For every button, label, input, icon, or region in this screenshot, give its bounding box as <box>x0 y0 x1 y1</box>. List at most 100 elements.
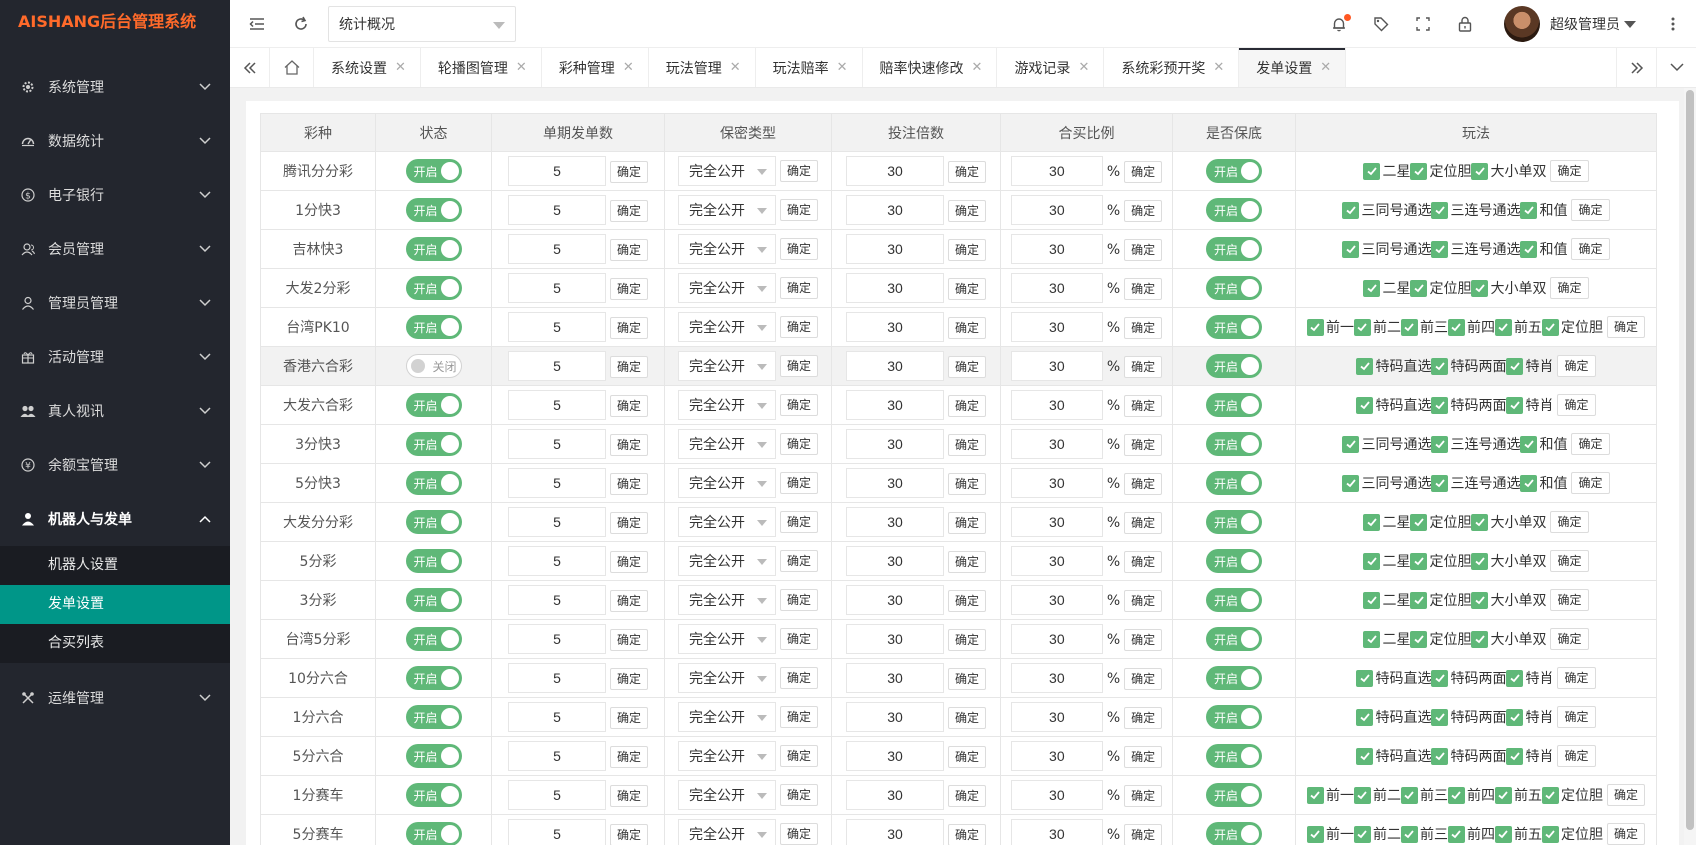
confirm-button[interactable]: 确定 <box>947 824 986 845</box>
play-checkbox[interactable] <box>1506 669 1524 687</box>
play-checkbox[interactable] <box>1342 474 1360 492</box>
ratio-input[interactable] <box>1010 351 1103 381</box>
confirm-button[interactable]: 确定 <box>609 785 648 807</box>
ratio-input[interactable] <box>1010 195 1103 225</box>
play-checkbox[interactable] <box>1410 513 1428 531</box>
status-switch[interactable]: 开启 <box>405 159 462 183</box>
confirm-button[interactable]: 确定 <box>947 395 986 417</box>
play-checkbox[interactable] <box>1342 201 1360 219</box>
secrecy-select[interactable]: 完全公开 <box>677 507 776 537</box>
play-checkbox[interactable] <box>1400 786 1418 804</box>
play-checkbox[interactable] <box>1306 318 1324 336</box>
status-switch[interactable]: 开启 <box>405 393 462 417</box>
confirm-button[interactable]: 确定 <box>947 551 986 573</box>
tab-order-settings[interactable]: 发单设置 ✕ <box>1239 48 1347 87</box>
guarantee-switch[interactable]: 开启 <box>1206 354 1262 378</box>
count-input[interactable] <box>507 312 606 342</box>
confirm-button[interactable]: 确定 <box>947 200 986 222</box>
play-checkbox[interactable] <box>1410 630 1428 648</box>
play-checkbox[interactable] <box>1363 513 1381 531</box>
confirm-button[interactable]: 确定 <box>609 434 648 456</box>
confirm-button[interactable]: 确定 <box>609 590 648 612</box>
status-switch[interactable]: 开启 <box>405 822 462 845</box>
confirm-button[interactable]: 确定 <box>947 746 986 768</box>
multiple-input[interactable] <box>845 780 944 810</box>
status-switch[interactable]: 开启 <box>405 627 462 651</box>
play-checkbox[interactable] <box>1431 669 1449 687</box>
ratio-input[interactable] <box>1010 819 1103 845</box>
tab-game-records[interactable]: 游戏记录 ✕ <box>997 48 1105 87</box>
status-switch[interactable]: 开启 <box>405 315 462 339</box>
tab-odds-quick-edit[interactable]: 赔率快速修改 ✕ <box>863 48 998 87</box>
status-switch[interactable]: 关闭 <box>405 354 462 378</box>
multiple-input[interactable] <box>845 468 944 498</box>
sidebar-item-live-video[interactable]: 真人视讯 <box>0 384 230 438</box>
confirm-button[interactable]: 确定 <box>1124 629 1163 651</box>
play-checkbox[interactable] <box>1431 435 1449 453</box>
multiple-input[interactable] <box>845 234 944 264</box>
multiple-input[interactable] <box>845 546 944 576</box>
tab-lottery-types[interactable]: 彩种管理 ✕ <box>542 48 649 87</box>
page-scrollbar[interactable] <box>1684 88 1696 845</box>
sidebar-subitem-order-settings[interactable]: 发单设置 <box>0 585 230 624</box>
confirm-button[interactable]: 确定 <box>1124 824 1163 845</box>
confirm-button[interactable]: 确定 <box>1550 550 1589 572</box>
secrecy-select[interactable]: 完全公开 <box>677 156 776 186</box>
ratio-input[interactable] <box>1010 312 1103 342</box>
sidebar-item-system[interactable]: 系统管理 <box>0 60 230 114</box>
play-checkbox[interactable] <box>1363 630 1381 648</box>
close-icon[interactable]: ✕ <box>1078 60 1089 75</box>
close-icon[interactable]: ✕ <box>1213 60 1224 75</box>
ratio-input[interactable] <box>1010 546 1103 576</box>
play-checkbox[interactable] <box>1353 825 1371 843</box>
status-switch[interactable]: 开启 <box>405 471 462 495</box>
play-checkbox[interactable] <box>1506 396 1524 414</box>
secrecy-select[interactable]: 完全公开 <box>677 390 776 420</box>
play-checkbox[interactable] <box>1471 279 1489 297</box>
tabs-scroll-left-icon[interactable] <box>230 48 270 87</box>
close-icon[interactable]: ✕ <box>1320 60 1331 75</box>
count-input[interactable] <box>507 741 606 771</box>
ratio-input[interactable] <box>1010 624 1103 654</box>
ratio-input[interactable] <box>1010 585 1103 615</box>
secrecy-select[interactable]: 完全公开 <box>677 429 776 459</box>
play-checkbox[interactable] <box>1363 552 1381 570</box>
confirm-button[interactable]: 确定 <box>609 239 648 261</box>
confirm-button[interactable]: 确定 <box>1124 473 1163 495</box>
confirm-button[interactable]: 确定 <box>1606 316 1645 338</box>
close-icon[interactable]: ✕ <box>623 60 634 75</box>
play-checkbox[interactable] <box>1306 786 1324 804</box>
confirm-button[interactable]: 确定 <box>1124 785 1163 807</box>
multiple-input[interactable] <box>845 429 944 459</box>
play-checkbox[interactable] <box>1431 357 1449 375</box>
play-checkbox[interactable] <box>1356 357 1374 375</box>
confirm-button[interactable]: 确定 <box>609 629 648 651</box>
play-checkbox[interactable] <box>1471 630 1489 648</box>
refresh-icon[interactable] <box>286 9 316 39</box>
play-checkbox[interactable] <box>1431 747 1449 765</box>
confirm-button[interactable]: 确定 <box>779 355 818 377</box>
guarantee-switch[interactable]: 开启 <box>1206 276 1262 300</box>
caret-down-icon[interactable] <box>1624 20 1636 28</box>
ratio-input[interactable] <box>1010 156 1103 186</box>
guarantee-switch[interactable]: 开启 <box>1206 744 1262 768</box>
fullscreen-icon[interactable] <box>1408 9 1438 39</box>
status-switch[interactable]: 开启 <box>405 276 462 300</box>
play-checkbox[interactable] <box>1494 786 1512 804</box>
sidebar-item-robot[interactable]: 机器人与发单 <box>0 492 230 546</box>
confirm-button[interactable]: 确定 <box>1124 317 1163 339</box>
ratio-input[interactable] <box>1010 390 1103 420</box>
secrecy-select[interactable]: 完全公开 <box>677 819 776 845</box>
confirm-button[interactable]: 确定 <box>1571 472 1610 494</box>
status-switch[interactable]: 开启 <box>405 705 462 729</box>
close-icon[interactable]: ✕ <box>730 60 741 75</box>
confirm-button[interactable]: 确定 <box>609 512 648 534</box>
play-checkbox[interactable] <box>1410 552 1428 570</box>
play-checkbox[interactable] <box>1541 825 1559 843</box>
confirm-button[interactable]: 确定 <box>609 824 648 845</box>
status-switch[interactable]: 开启 <box>405 744 462 768</box>
ratio-input[interactable] <box>1010 234 1103 264</box>
sidebar-item-stats[interactable]: 数据统计 <box>0 114 230 168</box>
confirm-button[interactable]: 确定 <box>779 160 818 182</box>
lock-icon[interactable] <box>1450 9 1480 39</box>
